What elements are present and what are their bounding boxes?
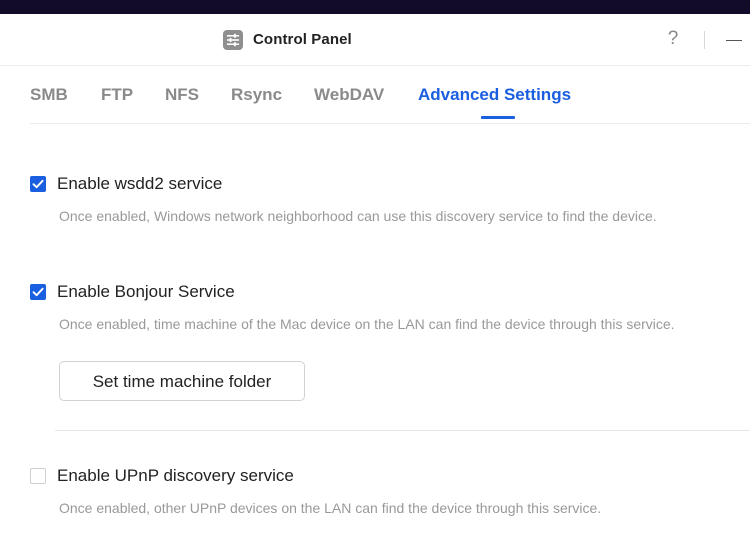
tab-webdav[interactable]: WebDAV bbox=[314, 85, 384, 105]
tab-bar: SMB FTP NFS Rsync WebDAV Advanced Settin… bbox=[0, 65, 750, 123]
window-title: Control Panel bbox=[253, 31, 352, 48]
tab-nfs[interactable]: NFS bbox=[165, 85, 199, 105]
tab-rsync[interactable]: Rsync bbox=[231, 85, 282, 105]
active-tab-indicator bbox=[481, 116, 515, 119]
wsdd2-checkbox[interactable] bbox=[30, 176, 46, 192]
checkmark-icon bbox=[32, 179, 44, 189]
tabs-divider bbox=[30, 123, 750, 124]
wsdd2-label[interactable]: Enable wsdd2 service bbox=[57, 174, 222, 194]
minimize-icon[interactable] bbox=[724, 31, 744, 49]
title-bar: Control Panel ? bbox=[0, 14, 750, 66]
upnp-checkbox[interactable] bbox=[30, 468, 46, 484]
tab-advanced-settings[interactable]: Advanced Settings bbox=[418, 85, 571, 105]
upnp-label[interactable]: Enable UPnP discovery service bbox=[57, 466, 294, 486]
tab-smb[interactable]: SMB bbox=[30, 85, 68, 105]
section-divider bbox=[55, 430, 750, 431]
top-strip bbox=[0, 0, 750, 14]
upnp-description: Once enabled, other UPnP devices on the … bbox=[59, 500, 602, 516]
titlebar-divider bbox=[704, 31, 705, 49]
bonjour-label[interactable]: Enable Bonjour Service bbox=[57, 282, 235, 302]
bonjour-checkbox[interactable] bbox=[30, 284, 46, 300]
help-button[interactable]: ? bbox=[664, 27, 682, 51]
control-panel-icon bbox=[223, 30, 243, 50]
bonjour-description: Once enabled, time machine of the Mac de… bbox=[59, 316, 675, 332]
set-time-machine-folder-button[interactable]: Set time machine folder bbox=[59, 361, 305, 401]
wsdd2-description: Once enabled, Windows network neighborho… bbox=[59, 208, 657, 224]
checkmark-icon bbox=[32, 287, 44, 297]
tab-ftp[interactable]: FTP bbox=[101, 85, 133, 105]
